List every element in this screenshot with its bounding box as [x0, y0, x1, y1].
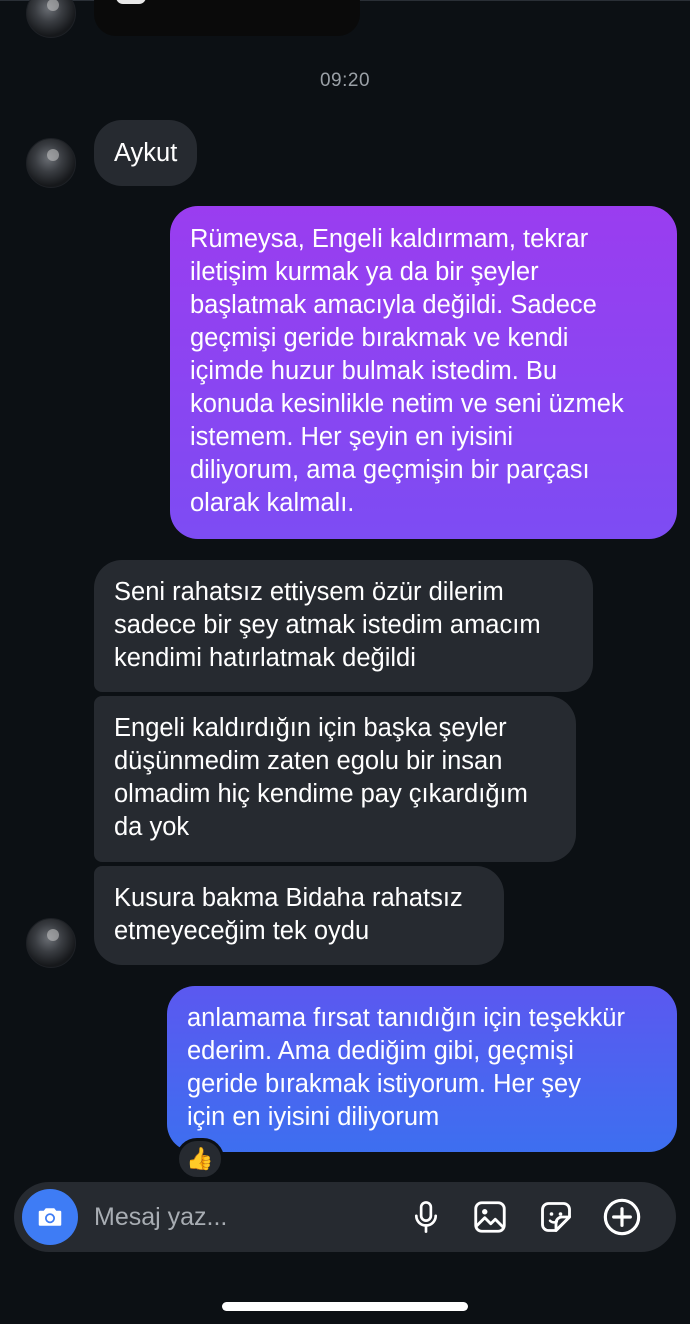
message-text: başlatmak amacıyla değildi. Sadece	[190, 291, 597, 319]
message-bubble-received[interactable]: Kusura bakma Bidaha rahatsız etmeyeceğim…	[94, 866, 504, 965]
thumbs-up-reaction-icon: 👍	[186, 1146, 214, 1171]
voice-message-button[interactable]	[406, 1197, 446, 1237]
previous-message-bubble[interactable]	[94, 0, 360, 36]
reaction-badge[interactable]: 👍	[176, 1138, 224, 1180]
message-text: diliyorum, ama geçmişin bir parçası	[190, 456, 590, 484]
message-text: olarak kalmalı.	[190, 489, 355, 517]
sticker-button[interactable]	[536, 1197, 576, 1237]
message-text: geçmişi geride bırakmak ve kendi	[190, 324, 569, 352]
message-text: da yok	[114, 813, 190, 841]
sender-avatar[interactable]	[26, 0, 76, 38]
gallery-button[interactable]	[470, 1197, 510, 1237]
message-text: kendimi hatırlatmak değildi	[114, 644, 416, 672]
sticker-icon	[541, 1202, 571, 1232]
message-input[interactable]	[94, 1182, 394, 1252]
message-bubble-received[interactable]: Aykut	[94, 120, 198, 186]
message-text: içimde huzur bulmak istedim. Bu	[190, 357, 558, 385]
message-bubble-received[interactable]: Seni rahatsız ettiysem özür dilerim sade…	[94, 560, 593, 692]
message-text: etmeyeceğim tek oydu	[114, 917, 370, 945]
message-text: Rümeysa, Engeli kaldırmam, tekrar	[190, 225, 589, 253]
microphone-icon	[414, 1201, 438, 1233]
message-text: ederim. Ama dediğim gibi, geçmişi	[187, 1037, 574, 1065]
message-text: düşünmedim zaten egolu bir insan	[114, 747, 503, 775]
sender-avatar[interactable]	[26, 138, 76, 188]
message-text: için en iyisini diliyorum	[187, 1103, 440, 1131]
message-text: iletişim kurmak ya da bir şeyler	[190, 258, 539, 286]
gallery-icon	[474, 1201, 506, 1233]
message-bubble-sent[interactable]: anlamama fırsat tanıdığın için teşekkür …	[167, 986, 677, 1152]
message-text: Engeli kaldırdığın için başka şeyler	[114, 714, 507, 742]
message-text: sadece bir şey atmak istedim amacım	[114, 611, 541, 639]
sender-avatar[interactable]	[26, 918, 76, 968]
plus-icon	[603, 1198, 641, 1236]
message-composer	[14, 1182, 676, 1252]
message-text: geride bırakmak istiyorum. Her şey	[187, 1070, 581, 1098]
timestamp: 09:20	[319, 70, 371, 91]
message-text: anlamama fırsat tanıdığın için teşekkür	[187, 1004, 625, 1032]
message-bubble-sent[interactable]: Rümeysa, Engeli kaldırmam, tekrar iletiş…	[170, 206, 677, 539]
camera-button[interactable]	[22, 1189, 78, 1245]
message-text: Kusura bakma Bidaha rahatsız	[114, 884, 463, 912]
message-text: istemem. Her şeyin en iyisini	[190, 423, 514, 451]
message-text: Seni rahatsız ettiysem özür dilerim	[114, 578, 504, 606]
message-text: Aykut	[114, 139, 178, 167]
more-button[interactable]	[602, 1197, 642, 1237]
media-thumbnail	[116, 0, 146, 4]
camera-icon	[38, 1208, 62, 1226]
message-text: konuda kesinlikle netim ve seni üzmek	[190, 390, 624, 418]
home-indicator[interactable]	[222, 1302, 468, 1311]
message-bubble-received[interactable]: Engeli kaldırdığın için başka şeyler düş…	[94, 696, 576, 862]
message-text: olmadim hiç kendime pay çıkardığım	[114, 780, 528, 808]
